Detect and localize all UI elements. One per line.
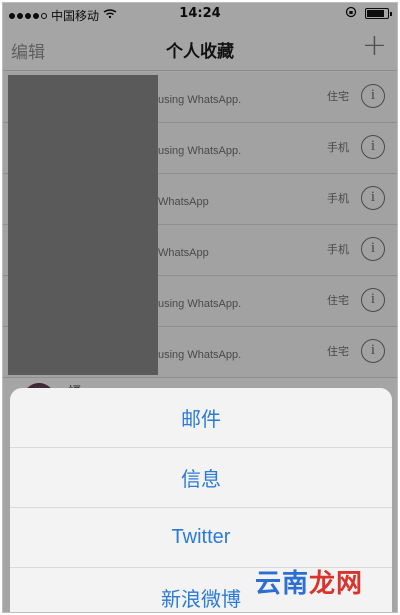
share-message-button[interactable]: 信息 [10, 448, 392, 508]
watermark-logo: 云南龙网 [255, 563, 363, 600]
share-twitter-button[interactable]: Twitter [10, 508, 392, 568]
share-email-button[interactable]: 邮件 [10, 388, 392, 448]
watermark-part-2: 龙网 [308, 569, 363, 599]
watermark-part-1: 云南 [254, 569, 309, 599]
phone-screen: 中国移动 14:24 编辑 个人收藏 + using WhatsApp. 住宅 … [2, 2, 398, 613]
